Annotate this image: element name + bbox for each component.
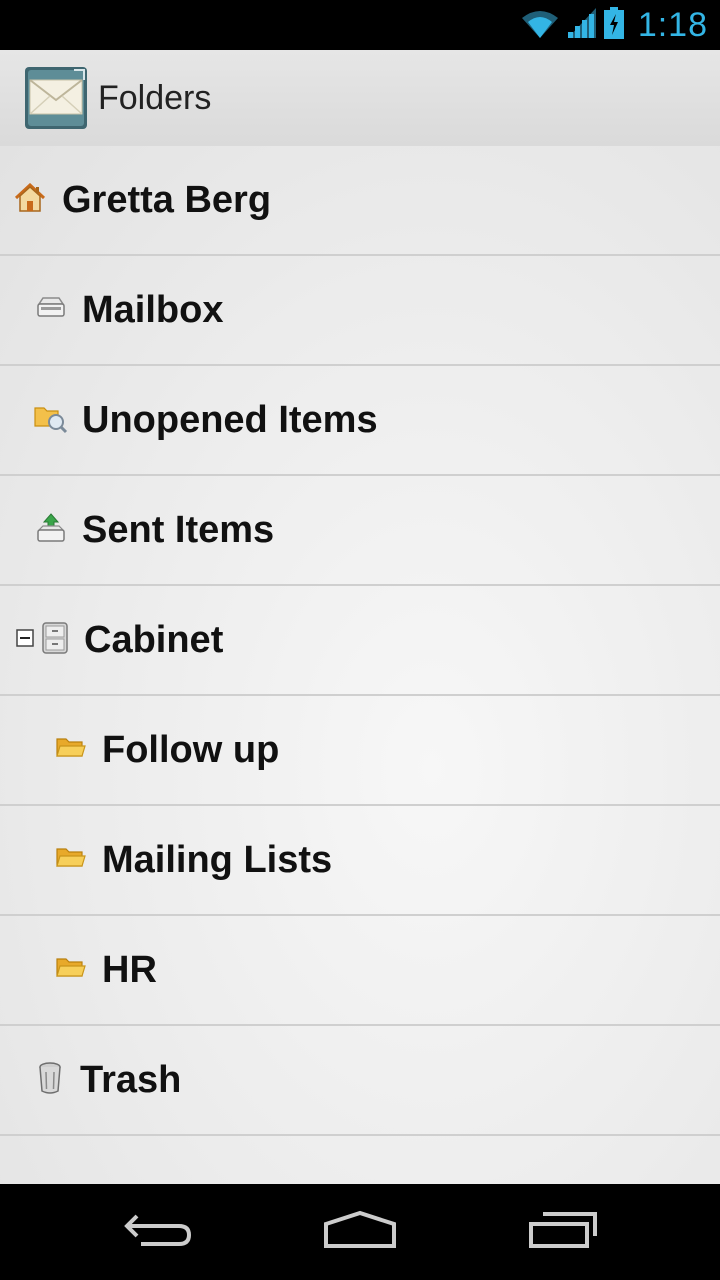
folder-row-hr[interactable]: HR (0, 916, 720, 1026)
folder-row-sent-items[interactable]: Sent Items (0, 476, 720, 586)
recent-apps-icon (527, 1210, 599, 1255)
folder-open-icon (56, 956, 86, 985)
page-title: Folders (98, 78, 212, 117)
sent-tray-icon (36, 512, 66, 549)
action-bar: Folders (0, 50, 720, 148)
collapse-minus-icon[interactable] (16, 628, 34, 652)
folder-label: Gretta Berg (62, 178, 272, 221)
folder-label: Sent Items (82, 508, 275, 551)
folder-label: Unopened Items (82, 398, 378, 441)
back-button[interactable] (114, 1204, 204, 1260)
back-arrow-icon (123, 1210, 195, 1255)
home-outline-icon (322, 1210, 398, 1255)
status-time: 1:18 (637, 5, 708, 44)
status-icons: 1:18 (520, 6, 708, 44)
folder-label: Cabinet (84, 618, 224, 661)
mailbox-tray-icon (36, 296, 66, 325)
folder-label: HR (102, 948, 157, 991)
folder-label: Mailbox (82, 288, 224, 331)
folder-open-icon (56, 846, 86, 875)
home-icon (14, 182, 46, 218)
folder-row-mailbox[interactable]: Mailbox (0, 256, 720, 366)
status-bar: 1:18 (0, 0, 720, 50)
folder-open-icon (56, 736, 86, 765)
cabinet-icon (42, 621, 68, 659)
folder-label: Mailing Lists (102, 838, 333, 881)
folder-search-icon (34, 402, 68, 439)
folder-row-mailing-lists[interactable]: Mailing Lists (0, 806, 720, 916)
recent-apps-button[interactable] (518, 1204, 608, 1260)
folder-label: Follow up (102, 728, 280, 771)
folder-row-account[interactable]: Gretta Berg (0, 146, 720, 256)
folder-row-follow-up[interactable]: Follow up (0, 696, 720, 806)
folder-label: Trash (80, 1058, 182, 1101)
signal-icon (567, 7, 596, 43)
folder-list: Gretta Berg Mailbox Unopened Items Sent … (0, 146, 720, 1184)
trash-can-icon (38, 1061, 62, 1099)
battery-icon (603, 6, 624, 44)
home-button[interactable] (315, 1204, 405, 1260)
mail-app-icon[interactable] (24, 66, 88, 130)
wifi-icon (520, 8, 560, 43)
folder-row-unopened-items[interactable]: Unopened Items (0, 366, 720, 476)
folder-row-cabinet[interactable]: Cabinet (0, 586, 720, 696)
navigation-bar (0, 1184, 720, 1280)
folder-row-trash[interactable]: Trash (0, 1026, 720, 1136)
